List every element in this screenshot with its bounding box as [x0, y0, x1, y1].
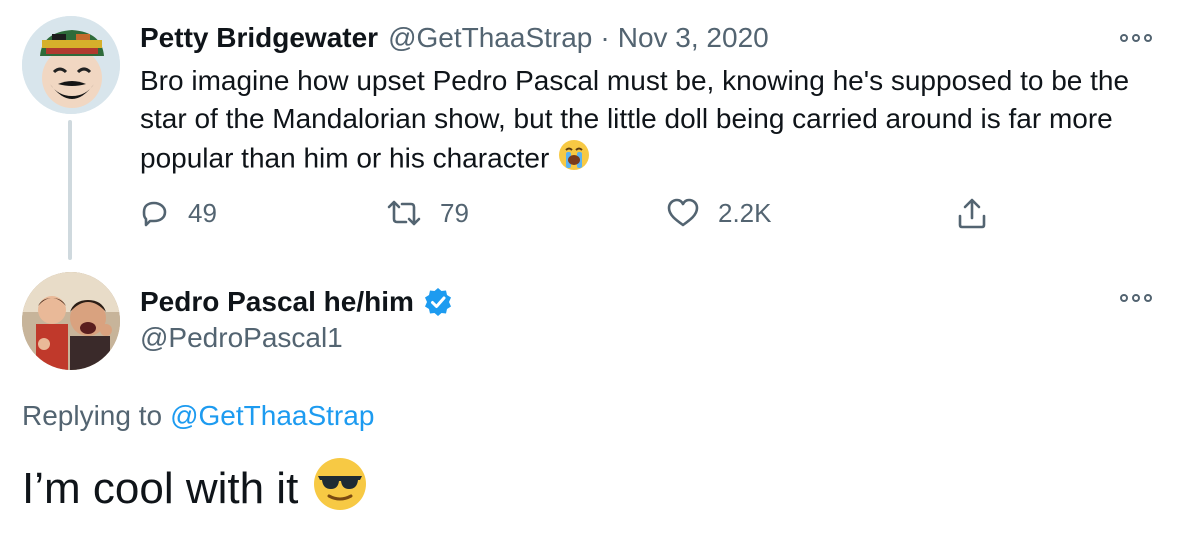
- display-name[interactable]: Petty Bridgewater: [140, 22, 378, 54]
- share-icon: [958, 198, 986, 229]
- reply-icon: [142, 201, 167, 227]
- reply-tweet-header: Pedro Pascal he/him: [140, 282, 454, 322]
- user-handle[interactable]: @PedroPascal1: [140, 322, 343, 354]
- tweet-date[interactable]: Nov 3, 2020: [618, 22, 769, 54]
- avatar[interactable]: [22, 16, 120, 114]
- parent-tweet-header: Petty Bridgewater @GetThaaStrap · Nov 3,…: [140, 20, 769, 56]
- display-name[interactable]: Pedro Pascal he/him: [140, 286, 414, 318]
- photo-avatar-image: [22, 272, 120, 370]
- retweet-icon: [387, 200, 421, 226]
- replying-to-line: Replying to @GetThaaStrap: [22, 400, 374, 432]
- thread-line: [68, 120, 72, 260]
- retweet-count: 79: [440, 197, 469, 228]
- retweet-button[interactable]: 79: [386, 192, 469, 234]
- reply-tweet-text: I’m cool with it: [22, 456, 368, 523]
- like-count: 2.2K: [718, 197, 772, 228]
- smiling-face-with-sunglasses-icon: [312, 456, 368, 523]
- tweet-actions: 49 79 2.2K: [138, 192, 998, 234]
- parent-tweet-text: Bro imagine how upset Pedro Pascal must …: [140, 62, 1150, 182]
- like-button[interactable]: 2.2K: [666, 192, 772, 234]
- reply-button[interactable]: 49: [138, 192, 217, 234]
- share-button[interactable]: [956, 192, 988, 234]
- replying-to-link[interactable]: @GetThaaStrap: [170, 400, 374, 431]
- cartoon-avatar-image: [22, 16, 120, 114]
- more-icon[interactable]: [1116, 288, 1156, 308]
- tweet-body: Bro imagine how upset Pedro Pascal must …: [140, 65, 1130, 174]
- avatar[interactable]: [22, 272, 120, 370]
- tweet-body: I’m cool with it: [22, 464, 299, 513]
- heart-icon: [667, 198, 699, 227]
- user-handle[interactable]: @GetThaaStrap: [388, 22, 592, 54]
- more-icon[interactable]: [1116, 28, 1156, 48]
- tweet-thread: Petty Bridgewater @GetThaaStrap · Nov 3,…: [0, 0, 1180, 536]
- verified-badge-icon: [422, 286, 454, 318]
- reply-count: 49: [188, 197, 217, 228]
- loudly-crying-face-icon: [557, 138, 591, 182]
- replying-prefix: Replying to: [22, 400, 163, 431]
- separator-dot: ·: [600, 22, 610, 53]
